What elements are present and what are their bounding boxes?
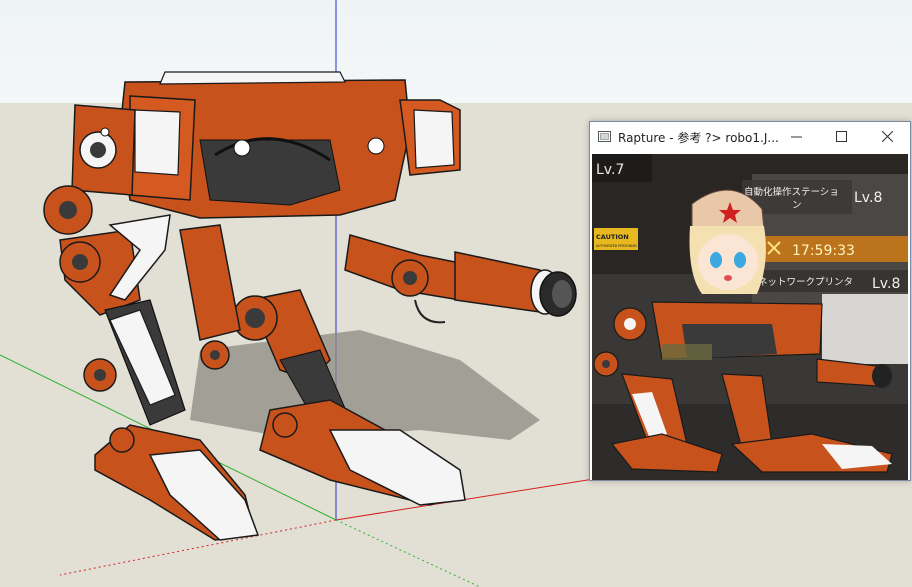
minimize-icon	[791, 136, 802, 138]
printer-label: ネットワークプリンタ	[758, 277, 853, 288]
game-scene: Lv.7 自動化操作ステーショ ン Lv.8 CAUTION AUTHORIZE…	[592, 154, 908, 480]
robot-body	[71, 71, 461, 219]
station-label-cont: ン	[792, 200, 802, 211]
window-title: Rapture - 参考 ?> robo1.J...	[618, 131, 779, 145]
close-button[interactable]	[865, 122, 910, 152]
minimize-button[interactable]	[774, 122, 819, 152]
station-level: Lv.8	[854, 190, 882, 206]
close-icon	[882, 131, 893, 142]
window-titlebar[interactable]: Rapture - 参考 ?> robo1.J...	[590, 122, 910, 152]
chibi-character	[689, 189, 766, 294]
caution-subtext: AUTHORIZED PERSONNEL	[596, 244, 638, 248]
image-viewer-icon	[598, 131, 611, 142]
level-label-top-left: Lv.7	[596, 162, 624, 178]
sketchup-viewport[interactable]: Rapture - 参考 ?> robo1.J... Lv.7 自動化操作ステー…	[0, 0, 912, 587]
maximize-button[interactable]	[819, 122, 864, 152]
printer-level: Lv.8	[872, 276, 900, 292]
robot-model[interactable]	[0, 0, 600, 587]
maximize-icon	[836, 131, 847, 142]
production-timer: 17:59:33	[792, 243, 855, 259]
station-label: 自動化操作ステーショ	[744, 186, 839, 198]
caution-sign: CAUTION	[596, 233, 629, 241]
reference-image-window[interactable]: Rapture - 参考 ?> robo1.J... Lv.7 自動化操作ステー…	[589, 121, 911, 481]
game-screenshot: Lv.7 自動化操作ステーショ ン Lv.8 CAUTION AUTHORIZE…	[592, 154, 908, 480]
cannon-arm	[344, 234, 577, 324]
